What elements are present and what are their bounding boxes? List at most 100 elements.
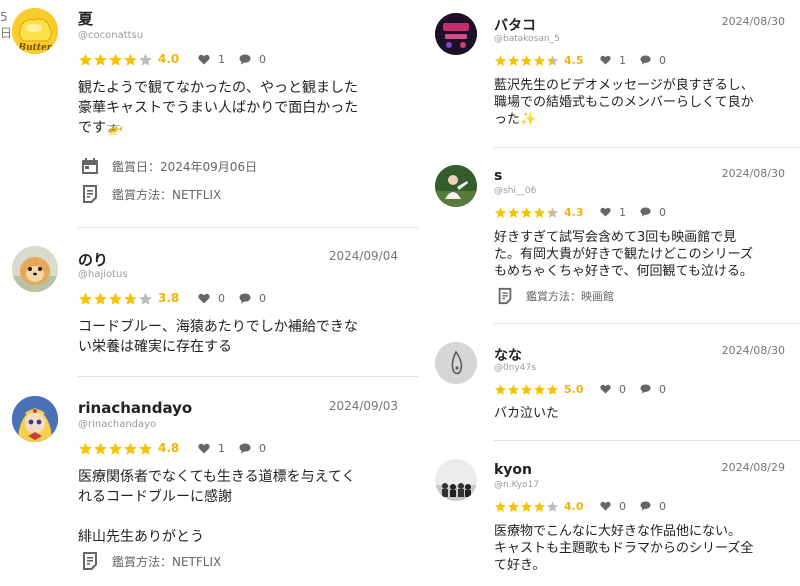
review-handle[interactable]: @batakosan_5	[494, 34, 560, 44]
avatar[interactable]	[435, 342, 477, 384]
like-count[interactable]: 0	[600, 500, 626, 513]
review-stats: 5.0 0 0	[494, 381, 680, 397]
review-date: 2024/08/30	[721, 167, 785, 180]
avatar[interactable]: Butter	[12, 8, 58, 54]
document-icon	[83, 552, 97, 570]
star-icon	[94, 442, 107, 455]
star-icon	[520, 206, 533, 218]
star-icon	[507, 54, 520, 66]
review-stats: 3.8 0 0	[78, 290, 280, 306]
star-icon	[546, 500, 559, 512]
comment-count[interactable]: 0	[239, 53, 266, 66]
heart-icon	[600, 384, 611, 394]
review-username[interactable]: のり	[78, 249, 108, 270]
comment-count[interactable]: 0	[640, 54, 666, 67]
divider	[494, 440, 800, 441]
review-text: 観たようで観てなかったの、やっと観ました 豪華キャストでうまい人ばかりで面白かっ…	[78, 80, 359, 136]
comment-bubble-icon	[640, 384, 651, 394]
comment-bubble-icon	[239, 293, 251, 304]
document-icon	[498, 287, 512, 305]
comment-count[interactable]: 0	[640, 206, 666, 219]
star-rating	[78, 52, 153, 67]
star-icon	[494, 383, 507, 395]
like-count[interactable]: 1	[600, 54, 626, 67]
review-username[interactable]: バタコ	[494, 15, 536, 35]
comment-count[interactable]: 0	[239, 292, 266, 305]
review-handle[interactable]: @n.Kyo17	[494, 480, 539, 490]
rating-score: 4.3	[564, 205, 584, 219]
watch-method: 鑑賞方法：映画館	[496, 287, 614, 305]
star-icon	[520, 500, 533, 512]
like-count-value: 1	[218, 52, 225, 66]
review-date: 2024/08/30	[721, 344, 785, 357]
comment-count-value: 0	[659, 382, 666, 396]
like-count[interactable]: 1	[600, 206, 626, 219]
review-username[interactable]: なな	[494, 345, 522, 365]
rating-score: 4.8	[158, 441, 180, 455]
review-username[interactable]: s	[494, 168, 502, 184]
like-count-value: 0	[619, 499, 626, 513]
star-icon	[79, 53, 92, 66]
heart-icon	[600, 55, 611, 65]
avatar[interactable]	[12, 396, 58, 442]
like-count-value: 1	[218, 441, 225, 455]
comment-count[interactable]: 0	[239, 442, 266, 455]
review-handle[interactable]: @hajiotus	[78, 269, 128, 280]
comment-count-value: 0	[659, 53, 666, 67]
like-count[interactable]: 1	[198, 53, 225, 66]
rating-score: 3.8	[158, 291, 180, 305]
star-icon	[124, 53, 137, 66]
star-icon	[494, 500, 507, 512]
like-count[interactable]: 0	[198, 292, 225, 305]
review-date: 2024/09/03	[328, 399, 398, 413]
like-count[interactable]: 0	[600, 383, 626, 396]
like-count-value: 0	[619, 382, 626, 396]
watch-date-text: 鑑賞日：2024年09月06日	[112, 159, 258, 174]
review-text: 医療物でこんなに大好きな作品他にない。 キャストも主題歌もドラマからのシリーズ全…	[494, 524, 754, 573]
star-icon	[139, 292, 152, 305]
calendar-icon	[82, 158, 98, 174]
comment-count[interactable]: 0	[640, 500, 666, 513]
comment-bubble-icon	[640, 55, 651, 65]
comment-count-value: 0	[659, 205, 666, 219]
review-handle[interactable]: @0ny47s	[494, 363, 536, 373]
star-icon	[507, 500, 520, 512]
comment-count-value: 0	[259, 291, 266, 305]
comment-count-value: 0	[259, 52, 266, 66]
divider	[78, 376, 418, 377]
heart-icon	[198, 443, 210, 453]
review-username[interactable]: rinachandayo	[78, 399, 192, 417]
star-icon	[533, 206, 546, 218]
review-text: 藍沢先生のビデオメッセージが良すぎるし、 職場での結婚式もこのメンバーらしくて良…	[494, 78, 754, 127]
star-icon	[533, 383, 546, 395]
review-date: 2024/09/04	[328, 249, 398, 263]
review-handle[interactable]: @coconattsu	[78, 30, 143, 41]
avatar[interactable]	[435, 459, 477, 501]
review-stats: 4.0 1 0	[78, 51, 280, 67]
like-count-value: 1	[619, 53, 626, 67]
review-handle[interactable]: @rinachandayo	[78, 419, 156, 430]
star-rating	[78, 441, 153, 456]
avatar[interactable]	[435, 13, 477, 55]
heart-icon	[600, 501, 611, 511]
avatar[interactable]	[435, 165, 477, 207]
star-icon	[94, 53, 107, 66]
review-stats: 4.0 0 0	[494, 498, 680, 514]
like-count[interactable]: 1	[198, 442, 225, 455]
comment-count[interactable]: 0	[640, 383, 666, 396]
star-icon	[109, 292, 122, 305]
review-username[interactable]: 夏	[78, 8, 93, 29]
star-icon	[507, 383, 520, 395]
rating-score: 4.0	[564, 499, 584, 513]
review-stats: 4.8 1 0	[78, 440, 280, 456]
star-rating	[494, 383, 559, 396]
star-rating	[494, 54, 559, 67]
review-stats: 4.5 1 0	[494, 52, 680, 68]
star-icon	[546, 54, 559, 66]
avatar[interactable]	[12, 246, 58, 292]
comment-bubble-icon	[239, 54, 251, 65]
review-handle[interactable]: @shi__06	[494, 186, 536, 196]
watch-method: 鑑賞方法：NETFLIX	[80, 551, 221, 571]
review-username[interactable]: kyon	[494, 462, 532, 478]
star-icon	[520, 383, 533, 395]
